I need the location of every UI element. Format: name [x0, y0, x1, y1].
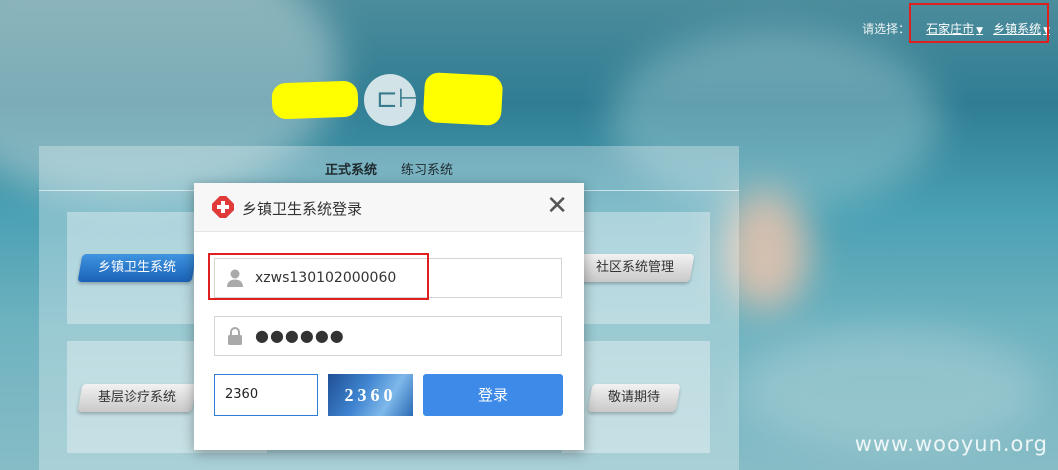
community-system-button[interactable]: 社区系统管理 [575, 254, 695, 282]
captcha-input[interactable]: 2360 [214, 374, 318, 416]
clinic-system-label: 基层诊疗系统 [98, 390, 177, 405]
community-system-label: 社区系统管理 [596, 260, 675, 275]
password-value: ●●●●●● [255, 326, 345, 345]
tab-practice-system[interactable]: 练习系统 [401, 159, 453, 178]
logo-emblem: ⊏⊢ [364, 74, 420, 126]
password-field[interactable]: ●●●●●● [214, 316, 562, 356]
dialog-title: 乡镇卫生系统登录 [242, 200, 363, 218]
tab-formal-system[interactable]: 正式系统 [325, 159, 377, 178]
dialog-header: 乡镇卫生系统登录 ✕ [194, 183, 584, 232]
township-health-system-button[interactable]: 乡镇卫生系统 [77, 254, 197, 282]
coming-soon-label: 敬请期待 [608, 390, 661, 405]
watermark: www.wooyun.org [854, 432, 1048, 456]
site-logo: ⊏⊢ [271, 71, 504, 128]
redaction-mark [271, 80, 359, 120]
highlight-annotation-box [909, 3, 1049, 43]
lock-icon [228, 327, 242, 345]
redaction-mark [422, 71, 504, 127]
close-icon[interactable]: ✕ [546, 193, 568, 219]
login-dialog: 乡镇卫生系统登录 ✕ xzws130102000060 ●●●●●● 2360 … [194, 183, 584, 450]
select-prompt: 请选择： [862, 21, 911, 36]
captcha-image[interactable]: 2360 [328, 374, 413, 416]
captcha-input-value: 2360 [225, 387, 259, 402]
login-button[interactable]: 登录 [423, 374, 563, 416]
township-health-system-label: 乡镇卫生系统 [98, 260, 177, 275]
red-cross-icon [212, 196, 234, 218]
highlight-annotation-box [208, 253, 429, 300]
coming-soon-button[interactable]: 敬请期待 [587, 384, 681, 412]
clinic-system-button[interactable]: 基层诊疗系统 [77, 384, 197, 412]
